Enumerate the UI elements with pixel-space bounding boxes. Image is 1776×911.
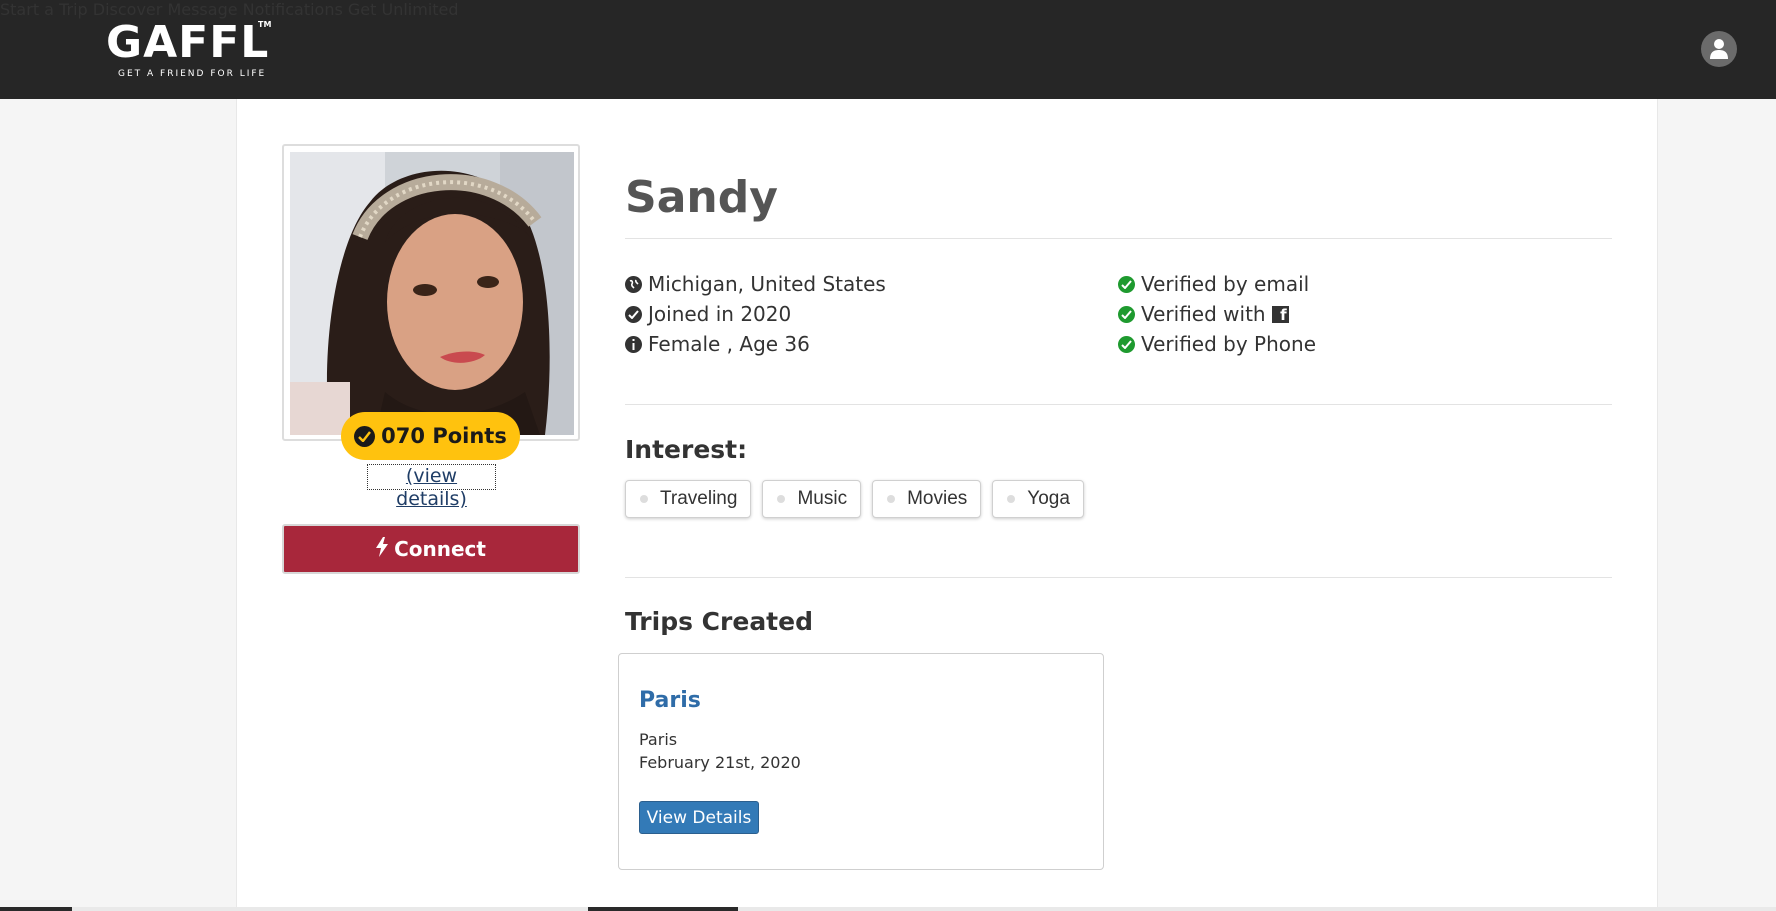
bullet-icon bbox=[640, 495, 648, 503]
bullet-icon bbox=[887, 495, 896, 503]
interest-heading: Interest: bbox=[625, 435, 748, 464]
joined-row: Joined in 2020 bbox=[625, 301, 791, 327]
gender-age-text: Female , Age 36 bbox=[648, 332, 810, 356]
facebook-icon: f bbox=[1271, 305, 1289, 323]
divider bbox=[625, 238, 1612, 239]
verified-phone-text: Verified by Phone bbox=[1141, 332, 1317, 356]
check-circle-icon bbox=[1118, 335, 1135, 353]
logo-tagline: GET A FRIEND FOR LIFE bbox=[118, 69, 267, 79]
gaffl-logo[interactable]: GAFFL TM GET A FRIEND FOR LIFE bbox=[106, 16, 271, 82]
interest-tags: Traveling Music Movies Yoga bbox=[625, 480, 1095, 518]
nav-get-unlimited[interactable]: Get Unlimited bbox=[348, 0, 459, 19]
globe-icon bbox=[625, 275, 642, 293]
verified-email-row: Verified by email bbox=[1118, 271, 1309, 297]
trip-card: Paris Paris February 21st, 2020 View Det… bbox=[618, 653, 1104, 870]
interest-tag: Yoga bbox=[992, 480, 1084, 518]
profile-menu-button[interactable] bbox=[1701, 31, 1737, 67]
profile-photo-frame bbox=[282, 144, 580, 441]
bullet-icon bbox=[1007, 495, 1016, 503]
points-badge: 070 Points bbox=[341, 412, 520, 460]
trip-view-details-button[interactable]: View Details bbox=[639, 801, 759, 834]
trip-date: February 21st, 2020 bbox=[639, 753, 801, 772]
trip-location: Paris bbox=[639, 730, 678, 749]
bottom-scroll-edge bbox=[0, 907, 1776, 911]
bolt-icon bbox=[376, 536, 389, 562]
trips-created-heading: Trips Created bbox=[625, 607, 813, 636]
info-icon bbox=[625, 335, 642, 353]
verified-phone-row: Verified by Phone bbox=[1118, 331, 1316, 357]
user-icon bbox=[1710, 39, 1728, 59]
profile-photo bbox=[290, 152, 574, 435]
view-points-details-link[interactable]: (view details) bbox=[367, 464, 496, 510]
interest-tag: Movies bbox=[872, 480, 982, 518]
divider bbox=[625, 577, 1612, 578]
interest-tag: Traveling bbox=[625, 480, 752, 518]
verified-email-text: Verified by email bbox=[1141, 272, 1310, 296]
verified-facebook-text: Verified with bbox=[1141, 302, 1266, 326]
interest-tag: Music bbox=[762, 480, 862, 518]
check-circle-icon bbox=[354, 425, 376, 447]
location-row: Michigan, United States bbox=[625, 271, 886, 297]
trip-title-link[interactable]: Paris bbox=[639, 687, 701, 715]
top-navbar: GAFFL TM GET A FRIEND FOR LIFE Start a T… bbox=[0, 0, 1776, 99]
profile-name: Sandy bbox=[625, 172, 778, 223]
check-circle-icon bbox=[1118, 275, 1135, 293]
bullet-icon bbox=[777, 495, 786, 503]
connect-label: Connect bbox=[394, 537, 486, 561]
joined-text: Joined in 2020 bbox=[648, 302, 792, 326]
verified-facebook-row: Verified with f bbox=[1118, 301, 1289, 327]
connect-button[interactable]: Connect bbox=[282, 524, 580, 574]
logo-trademark: TM bbox=[258, 20, 272, 29]
logo-wordmark: GAFFL bbox=[106, 17, 270, 68]
points-value: 070 Points bbox=[381, 424, 507, 448]
nav-start-a-trip[interactable]: Start a Trip bbox=[0, 0, 88, 19]
location-text: Michigan, United States bbox=[648, 272, 886, 296]
divider bbox=[625, 404, 1612, 405]
gender-age-row: Female , Age 36 bbox=[625, 331, 810, 357]
check-circle-icon bbox=[625, 305, 642, 323]
check-circle-icon bbox=[1118, 305, 1135, 323]
